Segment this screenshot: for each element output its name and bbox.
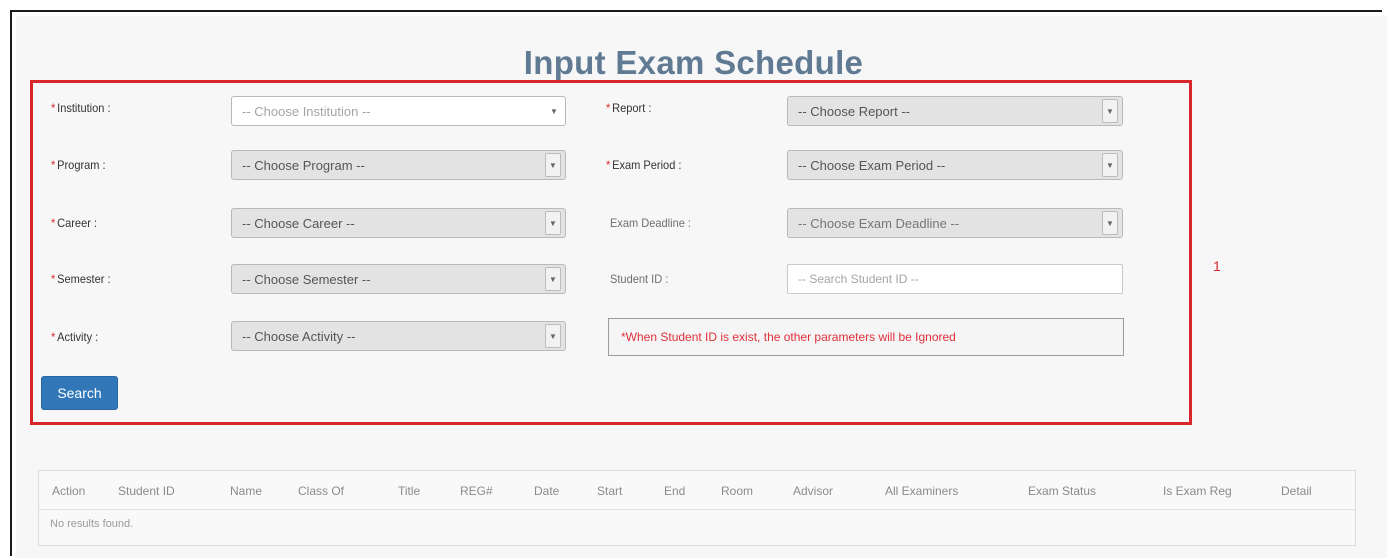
column-header-exam-status[interactable]: Exam Status bbox=[1028, 484, 1096, 498]
required-marker: * bbox=[51, 216, 56, 230]
exam-deadline-placeholder: -- Choose Exam Deadline -- bbox=[798, 215, 960, 231]
column-header-is-exam-reg[interactable]: Is Exam Reg bbox=[1163, 484, 1232, 498]
column-header-action[interactable]: Action bbox=[52, 484, 85, 498]
column-header-advisor[interactable]: Advisor bbox=[793, 484, 833, 498]
career-placeholder: -- Choose Career -- bbox=[242, 215, 355, 231]
report-select[interactable]: -- Choose Report -- ▼ bbox=[787, 96, 1123, 126]
chevron-down-icon: ▼ bbox=[1102, 211, 1118, 235]
student-id-input[interactable]: -- Search Student ID -- bbox=[787, 264, 1123, 294]
highlight-box bbox=[30, 80, 1192, 425]
required-marker: * bbox=[606, 101, 611, 115]
chevron-down-icon: ▼ bbox=[545, 211, 561, 235]
search-button[interactable]: Search bbox=[41, 376, 118, 410]
exam-period-placeholder: -- Choose Exam Period -- bbox=[798, 157, 946, 173]
institution-label: * Institution : bbox=[51, 101, 111, 115]
semester-placeholder: -- Choose Semester -- bbox=[242, 271, 371, 287]
exam-period-label: * Exam Period : bbox=[606, 158, 682, 172]
institution-select[interactable]: -- Choose Institution -- ▼ bbox=[231, 96, 566, 126]
required-marker: * bbox=[51, 272, 56, 286]
report-label: * Report : bbox=[606, 101, 652, 115]
career-select[interactable]: -- Choose Career -- ▼ bbox=[231, 208, 566, 238]
page-title: Input Exam Schedule bbox=[523, 44, 864, 81]
student-id-label: Student ID : bbox=[610, 272, 669, 286]
column-header-all-examiners[interactable]: All Examiners bbox=[885, 484, 958, 498]
chevron-down-icon: ▼ bbox=[545, 267, 561, 291]
student-id-note: *When Student ID is exist, the other par… bbox=[608, 318, 1124, 356]
program-select[interactable]: -- Choose Program -- ▼ bbox=[231, 150, 566, 180]
no-results-text: No results found. bbox=[50, 518, 134, 530]
chevron-down-icon: ▼ bbox=[1102, 153, 1118, 177]
annotation-marker: 1 bbox=[1213, 258, 1221, 274]
column-header-title[interactable]: Title bbox=[398, 484, 420, 498]
report-placeholder: -- Choose Report -- bbox=[798, 103, 910, 119]
chevron-down-icon: ▼ bbox=[545, 324, 561, 348]
activity-select[interactable]: -- Choose Activity -- ▼ bbox=[231, 321, 566, 351]
column-header-date[interactable]: Date bbox=[534, 484, 559, 498]
table-header-divider bbox=[38, 509, 1356, 510]
institution-placeholder: -- Choose Institution -- bbox=[242, 103, 371, 119]
semester-select[interactable]: -- Choose Semester -- ▼ bbox=[231, 264, 566, 294]
required-marker: * bbox=[51, 101, 56, 115]
column-header-student-id[interactable]: Student ID bbox=[118, 484, 175, 498]
career-label: * Career : bbox=[51, 216, 98, 230]
chevron-down-icon: ▼ bbox=[1102, 99, 1118, 123]
exam-deadline-label: Exam Deadline : bbox=[610, 216, 692, 230]
semester-label: * Semester : bbox=[51, 272, 111, 286]
required-marker: * bbox=[51, 158, 56, 172]
column-header-end[interactable]: End bbox=[664, 484, 685, 498]
column-header-start[interactable]: Start bbox=[597, 484, 622, 498]
column-header-class-of[interactable]: Class Of bbox=[298, 484, 344, 498]
program-label: * Program : bbox=[51, 158, 106, 172]
activity-placeholder: -- Choose Activity -- bbox=[242, 328, 356, 344]
activity-label: * Activity : bbox=[51, 330, 99, 344]
required-marker: * bbox=[51, 330, 56, 344]
column-header-room[interactable]: Room bbox=[721, 484, 753, 498]
column-header-detail[interactable]: Detail bbox=[1281, 484, 1312, 498]
program-placeholder: -- Choose Program -- bbox=[242, 157, 365, 173]
exam-period-select[interactable]: -- Choose Exam Period -- ▼ bbox=[787, 150, 1123, 180]
chevron-down-icon: ▼ bbox=[550, 106, 558, 116]
chevron-down-icon: ▼ bbox=[545, 153, 561, 177]
column-header-reg[interactable]: REG# bbox=[460, 484, 493, 498]
results-table bbox=[38, 470, 1356, 546]
column-header-name[interactable]: Name bbox=[230, 484, 262, 498]
required-marker: * bbox=[606, 158, 611, 172]
exam-deadline-select[interactable]: -- Choose Exam Deadline -- ▼ bbox=[787, 208, 1123, 238]
